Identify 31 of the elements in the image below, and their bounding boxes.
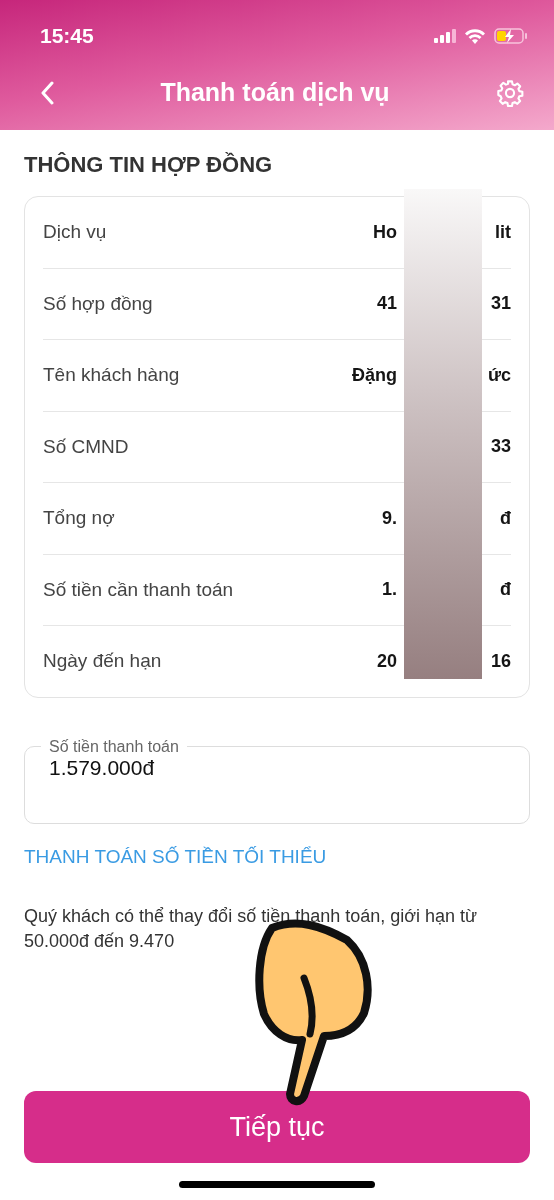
row-label: Số CMND: [43, 435, 129, 458]
row-value: lit: [495, 221, 511, 243]
section-title: THÔNG TIN HỢP ĐỒNG: [24, 152, 274, 178]
row-label: Tổng nợ: [43, 507, 115, 530]
row-value: đ: [500, 579, 511, 601]
row-label: Tên khách hàng: [43, 364, 180, 387]
row-value: 16: [490, 650, 511, 672]
row-label: Số tiền cần thanh toán: [43, 578, 234, 601]
wifi-icon: [464, 28, 486, 44]
row-label: Số hợp đồng: [43, 292, 153, 315]
row-value: 33: [490, 436, 511, 458]
field-label: Số tiền thanh toán: [48, 737, 180, 756]
screen-title: Thanh toán dịch vụ: [160, 78, 390, 107]
signal-icon: [434, 29, 456, 43]
row-label: Ngày đến hạn: [43, 650, 162, 673]
row-value: 9.: [382, 507, 397, 529]
back-icon[interactable]: [40, 80, 54, 105]
row-label: Dịch vụ: [43, 221, 107, 244]
settings-icon[interactable]: [496, 78, 524, 107]
status-time: 15:45: [40, 24, 94, 48]
row-value: 1.: [382, 579, 397, 601]
row-value: Đặng: [352, 364, 397, 386]
row-value: đ: [500, 507, 511, 529]
row-value: 31: [490, 293, 511, 315]
row-value: 41: [376, 293, 397, 315]
minimum-payment-link[interactable]: THANH TOÁN SỐ TIỀN TỐI THIỂU: [24, 845, 530, 868]
row-value: Ho: [373, 221, 397, 243]
row-value: 20: [376, 650, 397, 672]
row-value: ức: [487, 364, 511, 386]
amount-field[interactable]: Số tiền thanh toán 1.579.000đ: [24, 737, 530, 824]
continue-button[interactable]: Tiếp tục: [24, 1091, 530, 1163]
